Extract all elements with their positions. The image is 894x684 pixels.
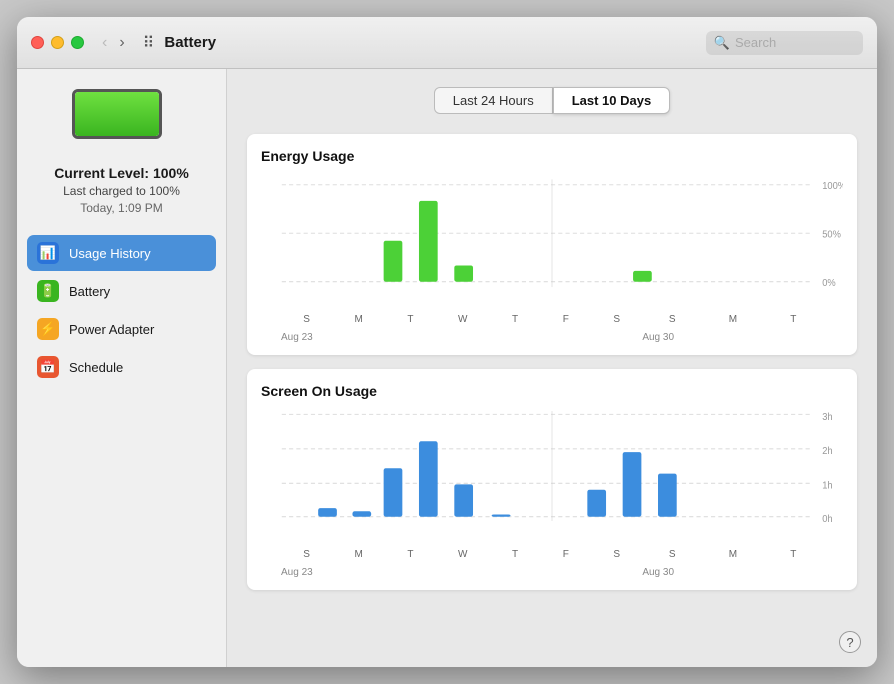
energy-day-f1: F	[563, 314, 569, 325]
usage-history-icon: 📊	[37, 242, 59, 264]
energy-day-t3: T	[790, 314, 796, 325]
screen-usage-chart-area: 3h 2h 1h 0h	[261, 409, 843, 549]
screen-usage-title: Screen On Usage	[261, 383, 843, 399]
battery-body	[72, 89, 162, 139]
fullscreen-button[interactable]	[71, 36, 84, 49]
sidebar-item-usage-history[interactable]: 📊 Usage History	[27, 235, 216, 271]
schedule-icon: 📅	[37, 356, 59, 378]
sidebar-item-label-power-adapter: Power Adapter	[69, 322, 154, 337]
energy-usage-svg: 100% 50% 0%	[261, 174, 843, 314]
svg-text:1h: 1h	[822, 481, 832, 492]
svg-text:2h: 2h	[822, 446, 832, 457]
energy-day-s3: S	[669, 314, 676, 325]
titlebar: ‹ › ⠿ Battery 🔍	[17, 17, 877, 69]
screen-day-m2: M	[729, 549, 737, 560]
battery-time-label: Today, 1:09 PM	[54, 201, 189, 215]
sidebar-item-label-schedule: Schedule	[69, 360, 123, 375]
main-content: Current Level: 100% Last charged to 100%…	[17, 69, 877, 667]
search-box: 🔍	[706, 31, 863, 55]
screen-date-aug30: Aug 30	[642, 567, 674, 578]
svg-text:3h: 3h	[822, 412, 832, 423]
energy-day-m1: M	[354, 314, 362, 325]
energy-week1-labels: S M T W T	[281, 314, 642, 325]
window-title: Battery	[164, 34, 705, 51]
screen-usage-card: Screen On Usage 3h 2h 1h 0h	[247, 369, 857, 590]
grid-icon: ⠿	[143, 33, 155, 53]
sidebar: Current Level: 100% Last charged to 100%…	[17, 69, 227, 667]
screen-date-labels: Aug 23 Aug 30	[261, 560, 843, 580]
forward-button[interactable]: ›	[115, 32, 128, 54]
minimize-button[interactable]	[51, 36, 64, 49]
screen-usage-svg: 3h 2h 1h 0h	[261, 409, 843, 549]
sidebar-item-battery[interactable]: 🔋 Battery	[27, 273, 216, 309]
battery-terminal	[161, 104, 162, 124]
help-button[interactable]: ?	[839, 631, 861, 653]
screen-day-s2: S	[613, 549, 620, 560]
screen-day-w1: W	[458, 549, 467, 560]
energy-date-labels: Aug 23 Aug 30	[261, 325, 843, 345]
sidebar-nav: 📊 Usage History 🔋 Battery ⚡ Power Adapte…	[27, 235, 216, 387]
battery-fill	[75, 92, 159, 136]
energy-day-t1: T	[407, 314, 413, 325]
screen-day-t1: T	[407, 549, 413, 560]
tab-bar: Last 24 Hours Last 10 Days	[247, 87, 857, 114]
search-icon: 🔍	[714, 35, 730, 51]
search-input[interactable]	[735, 35, 855, 50]
energy-day-m2: M	[729, 314, 737, 325]
tab-last-24h[interactable]: Last 24 Hours	[434, 87, 553, 114]
screen-day-t3: T	[790, 549, 796, 560]
screen-week1-labels: S M T W T F S	[281, 549, 642, 560]
battery-info: Current Level: 100% Last charged to 100%…	[54, 165, 189, 215]
tab-last-10d[interactable]: Last 10 Days	[553, 87, 671, 114]
screen-day-m1: M	[354, 549, 362, 560]
energy-usage-title: Energy Usage	[261, 148, 843, 164]
svg-text:0%: 0%	[822, 278, 836, 289]
sidebar-item-label-battery: Battery	[69, 284, 110, 299]
back-button[interactable]: ‹	[98, 32, 111, 54]
close-button[interactable]	[31, 36, 44, 49]
battery-level-label: Current Level: 100%	[54, 165, 189, 181]
sidebar-item-power-adapter[interactable]: ⚡ Power Adapter	[27, 311, 216, 347]
screen-day-s1: S	[303, 549, 310, 560]
energy-date-aug30: Aug 30	[642, 332, 674, 343]
energy-usage-chart-area: 100% 50% 0%	[261, 174, 843, 314]
svg-text:50%: 50%	[822, 229, 841, 240]
energy-date-aug23: Aug 23	[281, 332, 313, 343]
energy-week2-labels: S M T	[642, 314, 823, 325]
energy-day-w1: W	[458, 314, 467, 325]
right-panel: Last 24 Hours Last 10 Days Energy Usage	[227, 69, 877, 667]
energy-day-s2: S	[613, 314, 620, 325]
energy-usage-card: Energy Usage 100% 50% 0%	[247, 134, 857, 355]
screen-day-t2: T	[512, 549, 518, 560]
screen-day-s3: S	[669, 549, 676, 560]
power-adapter-icon: ⚡	[37, 318, 59, 340]
energy-day-s1: S	[303, 314, 310, 325]
energy-day-t2: T	[512, 314, 518, 325]
svg-text:0h: 0h	[822, 514, 832, 525]
screen-date-aug23: Aug 23	[281, 567, 313, 578]
screen-day-f1: F	[563, 549, 569, 560]
battery-nav-icon: 🔋	[37, 280, 59, 302]
battery-icon-container	[72, 89, 172, 149]
svg-text:100%: 100%	[822, 181, 843, 192]
battery-charged-label: Last charged to 100%	[54, 184, 189, 198]
screen-week2-labels: S M T	[642, 549, 823, 560]
nav-arrows: ‹ ›	[98, 32, 129, 54]
sidebar-item-label-usage-history: Usage History	[69, 246, 151, 261]
sidebar-item-schedule[interactable]: 📅 Schedule	[27, 349, 216, 385]
traffic-lights	[31, 36, 84, 49]
